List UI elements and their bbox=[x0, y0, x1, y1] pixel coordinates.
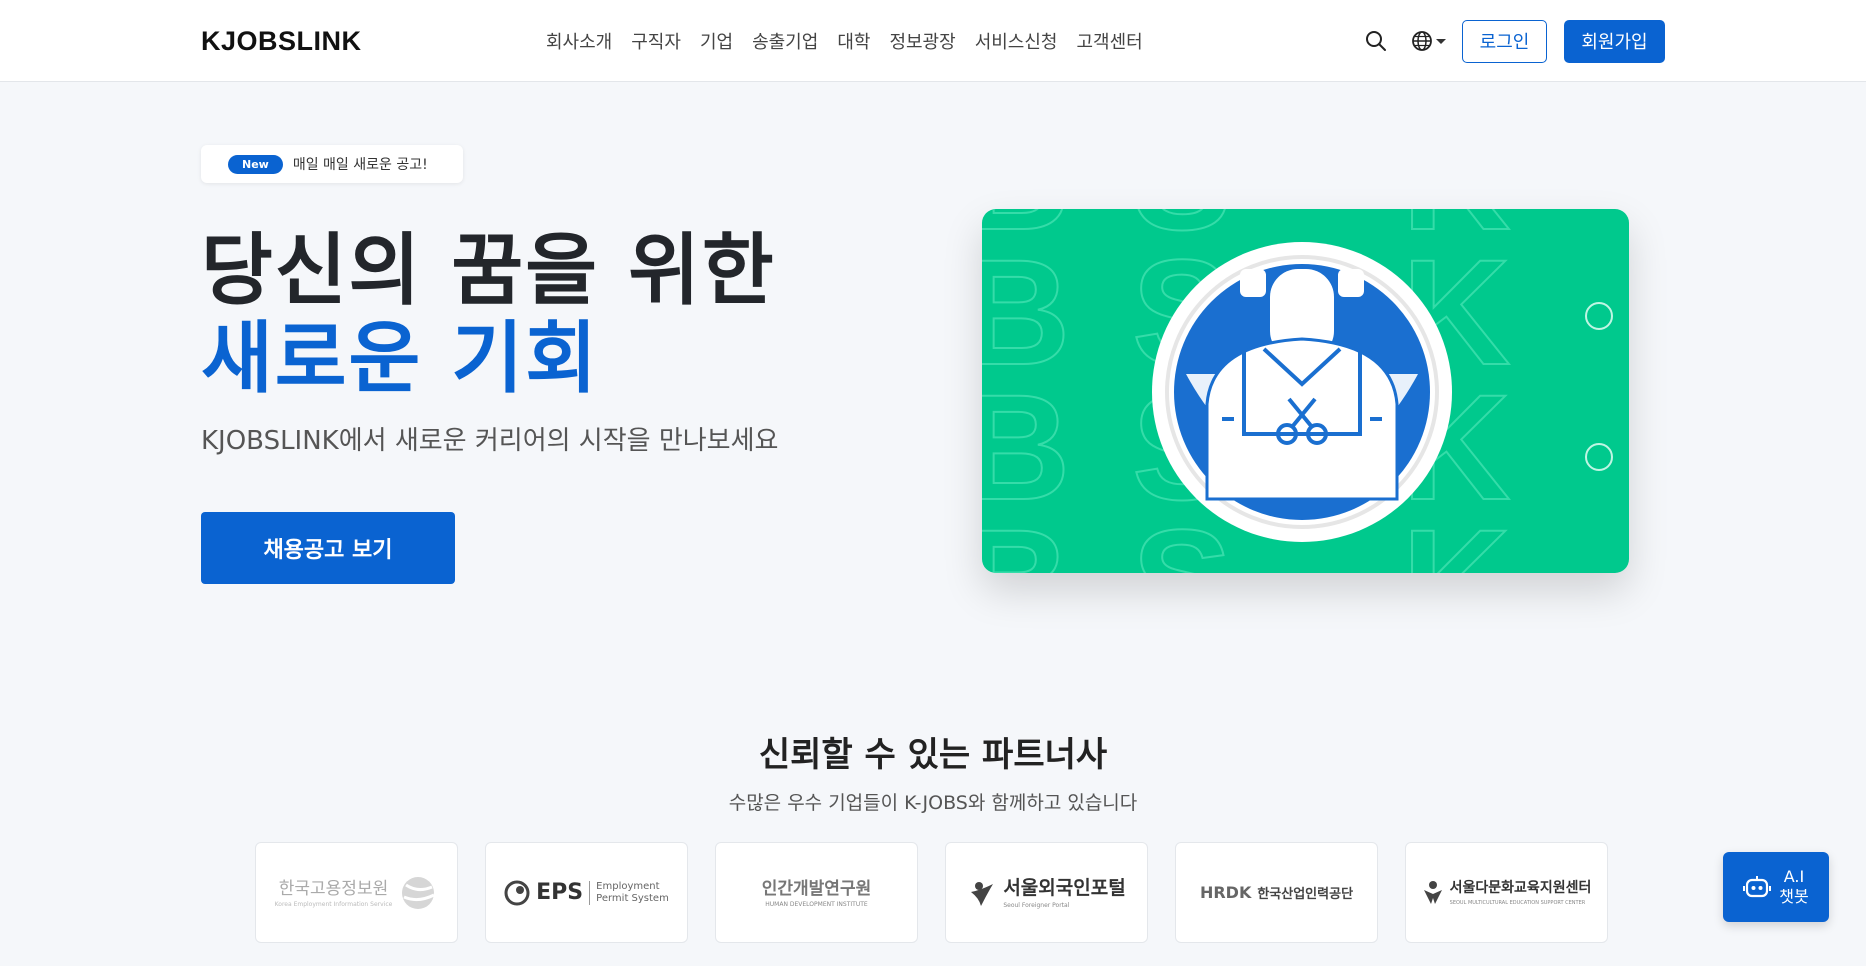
new-announcement-badge: New 매일 매일 새로운 공고! bbox=[201, 145, 463, 183]
partner-sub: Seoul Foreigner Portal bbox=[1003, 902, 1070, 909]
partner-logo-seoul-foreigner[interactable]: 서울외국인포털 Seoul Foreigner Portal bbox=[945, 842, 1148, 943]
partner-sub: Employment bbox=[596, 880, 660, 892]
new-announcement-text: 매일 매일 새로운 공고! bbox=[292, 157, 428, 173]
partner-sub: Korea Employment Information Service bbox=[274, 901, 393, 908]
partner-logo-eps[interactable]: EPS Employment Permit System bbox=[485, 842, 688, 943]
svg-text:B: B bbox=[982, 498, 1070, 573]
ai-chatbot-button[interactable]: A.I 챗봇 bbox=[1723, 852, 1829, 922]
partner-seoul-text: 서울외국인포털 Seoul Foreigner Portal bbox=[1003, 873, 1125, 912]
svg-text:K: K bbox=[1402, 498, 1510, 573]
globe-icon bbox=[1412, 31, 1432, 51]
partners-title: 신뢰할 수 있는 파트너사 bbox=[758, 735, 1108, 775]
chatbot-label-line2: 챗봇 bbox=[1779, 887, 1809, 906]
partner-name: EPS bbox=[536, 880, 584, 905]
hero-title-line2: 새로운 기회 bbox=[201, 314, 599, 404]
search-button[interactable] bbox=[1360, 19, 1392, 63]
menu-item-service-request[interactable]: 서비스신청 bbox=[975, 28, 1058, 54]
chatbot-label-line1: A.I bbox=[1783, 867, 1805, 886]
new-pill: New bbox=[228, 154, 283, 174]
top-navbar: KJOBSLINK 회사소개 구직자 기업 송출기업 대학 정보광장 서비스신청… bbox=[0, 0, 1866, 82]
login-button[interactable]: 로그인 bbox=[1462, 19, 1547, 63]
menu-item-sending-company[interactable]: 송출기업 bbox=[752, 28, 818, 54]
main-menu: 회사소개 구직자 기업 송출기업 대학 정보광장 서비스신청 고객센터 bbox=[546, 28, 1143, 54]
partner-logo-keis[interactable]: 한국고용정보원 Korea Employment Information Ser… bbox=[255, 842, 458, 943]
eps-logo-icon bbox=[504, 880, 530, 905]
partner-sub: Permit System bbox=[596, 892, 669, 904]
partner-sub: HUMAN DEVELOPMENT INSTITUTE bbox=[765, 901, 868, 908]
seoul-foreigner-logo-icon bbox=[971, 881, 994, 906]
menu-item-info-plaza[interactable]: 정보광장 bbox=[889, 28, 955, 54]
chevron-down-icon bbox=[1436, 38, 1446, 44]
view-jobs-button[interactable]: 채용공고 보기 bbox=[201, 512, 455, 584]
partner-logo-seoul-multicultural[interactable]: 서울다문화교육지원센터 SEOUL MULTICULTURAL EDUCATIO… bbox=[1405, 842, 1608, 943]
partner-name: 서울다문화교육지원센터 bbox=[1449, 879, 1592, 896]
menu-item-university[interactable]: 대학 bbox=[837, 28, 870, 54]
seoul-multicultural-logo-icon bbox=[1423, 880, 1442, 904]
partner-name: 서울외국인포털 bbox=[1003, 877, 1126, 899]
language-selector[interactable] bbox=[1410, 19, 1446, 63]
worker-illustration: B S K B S K B S K B S K bbox=[982, 209, 1613, 573]
partner-keis-text: 한국고용정보원 Korea Employment Information Ser… bbox=[275, 874, 393, 911]
nav-actions: 로그인 회원가입 bbox=[1360, 19, 1665, 63]
robot-icon bbox=[1743, 876, 1772, 898]
partner-logo-hrdk[interactable]: HRDK 한국산업인력공단 bbox=[1175, 842, 1378, 943]
partner-eps-sub: Employment Permit System bbox=[589, 880, 669, 905]
chatbot-label: A.I 챗봇 bbox=[1779, 867, 1808, 907]
menu-item-jobseeker[interactable]: 구직자 bbox=[631, 28, 681, 54]
partner-logo-hdi[interactable]: 인간개발연구원 HUMAN DEVELOPMENT INSTITUTE bbox=[715, 842, 918, 943]
partner-sub: SEOUL MULTICULTURAL EDUCATION SUPPORT CE… bbox=[1449, 899, 1586, 906]
hero-image: B S K B S K B S K B S K bbox=[982, 209, 1629, 573]
signup-button[interactable]: 회원가입 bbox=[1564, 19, 1665, 63]
search-icon bbox=[1366, 31, 1386, 51]
partners-subtitle: 수많은 우수 기업들이 K-JOBS와 함께하고 있습니다 bbox=[728, 792, 1138, 814]
menu-item-customer-center[interactable]: 고객센터 bbox=[1077, 28, 1143, 54]
partner-hdi-text: 인간개발연구원 HUMAN DEVELOPMENT INSTITUTE bbox=[762, 874, 871, 911]
partner-name: 인간개발연구원 bbox=[761, 879, 872, 899]
partner-name: 한국고용정보원 bbox=[278, 879, 389, 899]
brand-logo[interactable]: KJOBSLINK bbox=[201, 26, 362, 57]
keis-logo-icon bbox=[402, 876, 435, 909]
hero-subtitle: KJOBSLINK에서 새로운 커리어의 시작을 만나보세요 bbox=[201, 426, 779, 456]
partner-name: 한국산업인력공단 bbox=[1257, 887, 1354, 902]
partner-prefix: HRDK bbox=[1199, 883, 1252, 902]
partner-multicultural-text: 서울다문화교육지원센터 SEOUL MULTICULTURAL EDUCATIO… bbox=[1450, 877, 1592, 909]
menu-item-company[interactable]: 기업 bbox=[700, 28, 733, 54]
partners-logo-row: 한국고용정보원 Korea Employment Information Ser… bbox=[255, 842, 1608, 943]
menu-item-about[interactable]: 회사소개 bbox=[546, 28, 612, 54]
